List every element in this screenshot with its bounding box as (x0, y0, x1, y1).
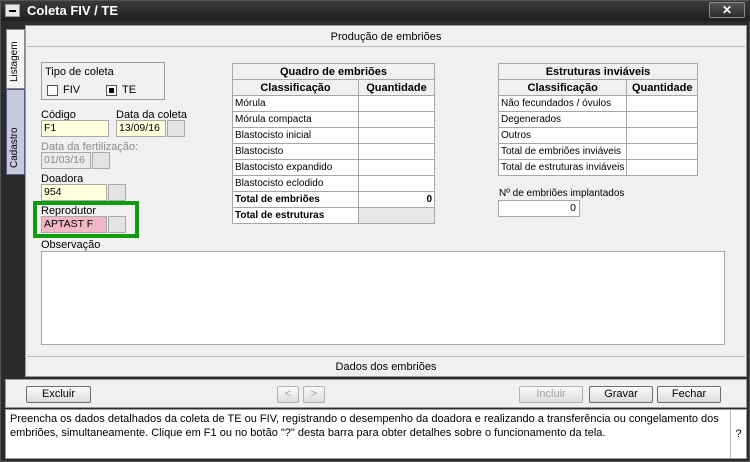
window-title: Coleta FIV / TE (27, 3, 119, 18)
tipo-coleta-label: Tipo de coleta (45, 66, 114, 78)
inviaveis-title: Estruturas inviáveis (498, 63, 698, 80)
row-label: Não fecundados / óvulos (497, 95, 628, 112)
next-button[interactable]: > (303, 386, 325, 403)
close-button[interactable]: ✕ (709, 2, 745, 18)
table-row: Total de embriões inviáveis (497, 143, 698, 160)
estruturas-inviaveis-table: Estruturas inviáveis Classificação Quanti… (497, 63, 698, 176)
section-dados-header[interactable]: Dados dos embriões (27, 356, 745, 376)
implantados-label: Nº de embriões implantados (499, 188, 625, 199)
tab-cadastro-label: Cadastro (9, 127, 20, 168)
quadro-col-quantidade: Quantidade (358, 79, 435, 96)
table-row: Blastocisto (232, 143, 435, 160)
reprodutor-highlight (33, 201, 139, 238)
table-row: Mórula compacta (232, 111, 435, 128)
quantity-cell[interactable] (626, 127, 698, 144)
te-label: TE (122, 84, 137, 96)
table-row: Blastocisto inicial (232, 127, 435, 144)
quantity-cell[interactable] (358, 175, 435, 192)
row-label: Mórula (232, 95, 359, 112)
tab-listagem[interactable]: Listagem (6, 29, 25, 89)
inviaveis-col-quantidade: Quantidade (626, 79, 698, 96)
data-coleta-calendar-button[interactable] (167, 120, 185, 137)
table-row: Mórula (232, 95, 435, 112)
quantity-cell[interactable] (626, 143, 698, 160)
inviaveis-col-classificacao: Classificação (497, 79, 628, 96)
tab-listagem-label: Listagem (9, 41, 20, 82)
title-bar: Coleta FIV / TE ✕ (1, 1, 750, 21)
data-coleta-field[interactable]: 13/09/16 (116, 120, 166, 137)
table-row: Degenerados (497, 111, 698, 128)
table-row: Não fecundados / óvulos (497, 95, 698, 112)
row-label: Blastocisto (232, 143, 359, 160)
quantity-cell[interactable] (358, 159, 435, 176)
tipo-coleta-group: Tipo de coleta FIV TE (41, 62, 165, 100)
row-label: Degenerados (497, 111, 628, 128)
doadora-field[interactable]: 954 (41, 184, 107, 201)
table-row: Blastocisto eclodido (232, 175, 435, 192)
window: Coleta FIV / TE ✕ Listagem Cadastro Prod… (0, 0, 750, 462)
row-label: Mórula compacta (232, 111, 359, 128)
total-embrioes-value: 0 (358, 191, 435, 208)
section-producao-header: Produção de embriões (27, 27, 745, 47)
quantity-cell[interactable] (626, 111, 698, 128)
quadro-title: Quadro de embriões (232, 63, 435, 80)
fechar-button[interactable]: Fechar (657, 386, 721, 403)
fiv-checkbox[interactable] (47, 85, 58, 96)
codigo-field[interactable]: F1 (41, 120, 109, 137)
quantity-cell[interactable] (626, 95, 698, 112)
total-estruturas-value (358, 207, 435, 224)
incluir-button[interactable]: Incluir (519, 386, 583, 403)
total-estruturas-row: Total de estruturas (232, 207, 435, 224)
system-menu-icon[interactable] (5, 4, 20, 17)
row-label: Outros (497, 127, 628, 144)
quadro-embrioes-table: Quadro de embriões Classificação Quantida… (232, 63, 435, 224)
excluir-button[interactable]: Excluir (26, 386, 91, 403)
total-estruturas-label: Total de estruturas (232, 207, 359, 224)
side-tabs: Listagem Cadastro (4, 27, 25, 377)
quadro-col-classificacao: Classificação (232, 79, 359, 96)
help-bar: Preencha os dados detalhados da coleta d… (5, 409, 747, 459)
quantity-cell[interactable] (358, 127, 435, 144)
quantity-cell[interactable] (358, 143, 435, 160)
tab-cadastro[interactable]: Cadastro (6, 89, 25, 175)
previous-button[interactable]: < (277, 386, 299, 403)
table-row: Blastocisto expandido (232, 159, 435, 176)
implantados-field[interactable]: 0 (498, 200, 580, 217)
help-text: Preencha os dados detalhados da coleta d… (10, 413, 719, 439)
quantity-cell[interactable] (358, 111, 435, 128)
row-label: Total de estruturas inviáveis (497, 159, 628, 176)
quantity-cell[interactable] (626, 159, 698, 176)
data-fertilizacao-calendar-button[interactable] (92, 152, 110, 169)
data-fertilizacao-field[interactable]: 01/03/16 (41, 152, 91, 169)
help-question-button[interactable]: ? (730, 410, 746, 458)
table-row: Total de estruturas inviáveis (497, 159, 698, 176)
observacao-label: Observação (41, 239, 101, 251)
table-row: Outros (497, 127, 698, 144)
row-label: Blastocisto eclodido (232, 175, 359, 192)
total-embrioes-label: Total de embriões (232, 191, 359, 208)
total-embrioes-row: Total de embriões 0 (232, 191, 435, 208)
observacao-textarea[interactable] (41, 251, 725, 345)
te-checkbox[interactable] (106, 85, 117, 96)
doadora-lookup-button[interactable] (108, 184, 126, 201)
quantity-cell[interactable] (358, 95, 435, 112)
row-label: Blastocisto inicial (232, 127, 359, 144)
row-label: Total de embriões inviáveis (497, 143, 628, 160)
row-label: Blastocisto expandido (232, 159, 359, 176)
fiv-label: FIV (63, 84, 81, 96)
gravar-button[interactable]: Gravar (589, 386, 653, 403)
